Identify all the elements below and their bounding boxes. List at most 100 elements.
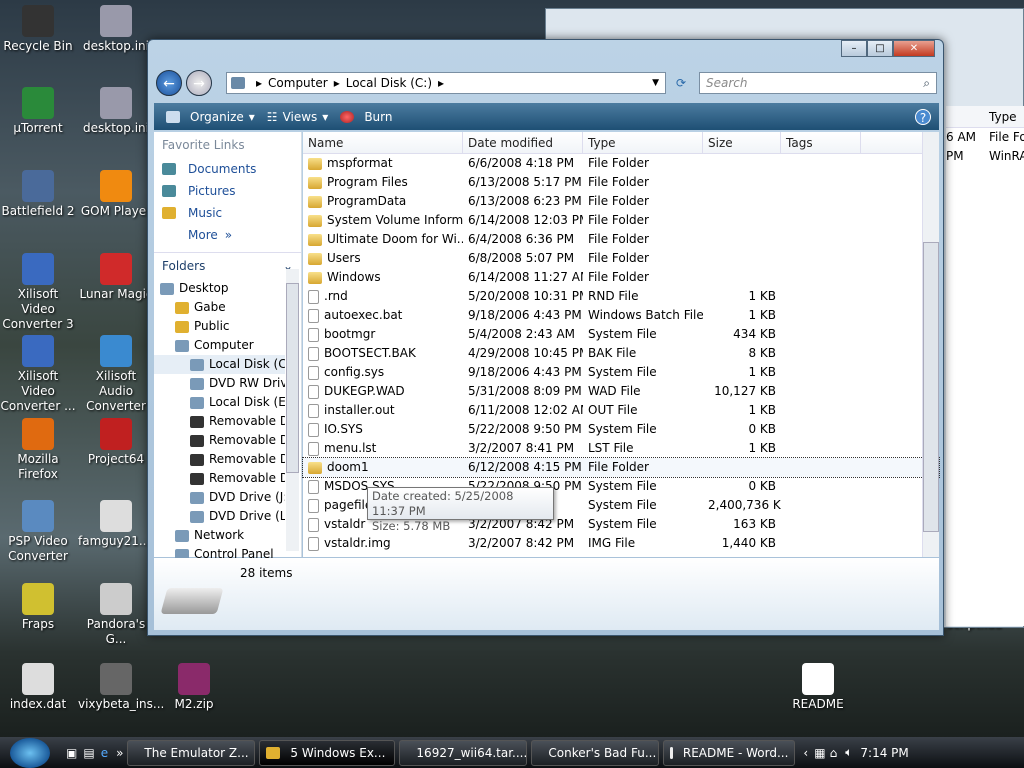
- taskbar-button[interactable]: The Emulator Z...: [127, 739, 256, 766]
- desktop-icon[interactable]: famguy21....: [78, 500, 154, 549]
- taskbar-button[interactable]: 5 Windows Ex...: [259, 739, 396, 766]
- favorite-link-pictures[interactable]: Pictures: [154, 180, 301, 202]
- file-row[interactable]: Users 6/8/2008 5:07 PM File Folder: [303, 249, 939, 268]
- desktop-icon[interactable]: Pandora's G...: [78, 583, 154, 647]
- close-button[interactable]: ✕: [893, 40, 935, 57]
- file-row[interactable]: menu.lst 3/2/2007 8:41 PM LST File 1 KB: [303, 439, 939, 458]
- tree-item[interactable]: Removable Dis: [154, 469, 285, 488]
- file-row[interactable]: BOOTSECT.BAK 4/29/2008 10:45 PM BAK File 8 …: [303, 344, 939, 363]
- file-list-scrollbar[interactable]: [922, 132, 939, 557]
- file-row[interactable]: System Volume Inform... 6/14/2008 12:03 P…: [303, 211, 939, 230]
- taskbar: ▣ ▤ e » The Emulator Z... 5 Windows Ex...…: [0, 737, 1024, 768]
- address-dropdown-icon[interactable]: ▼: [652, 78, 659, 88]
- tree-item[interactable]: Network: [154, 526, 285, 545]
- scrollbar-thumb[interactable]: [923, 242, 939, 532]
- file-icon: [308, 498, 319, 513]
- maximize-button[interactable]: □: [867, 40, 893, 57]
- file-row[interactable]: Program Files 6/13/2008 5:17 PM File Folde…: [303, 173, 939, 192]
- desktop-icon[interactable]: Mozilla Firefox: [0, 418, 76, 482]
- desktop-icon[interactable]: Xilisoft Audio Converter: [78, 335, 154, 414]
- breadcrumb-computer[interactable]: Computer: [268, 76, 328, 90]
- desktop-icon[interactable]: Recycle Bin: [0, 5, 76, 54]
- favorite-link-music[interactable]: Music: [154, 202, 301, 224]
- tree-item[interactable]: Local Disk (C:): [154, 355, 285, 374]
- show-desktop-icon[interactable]: ▣: [66, 746, 77, 760]
- volume-icon[interactable]: 🔈︎: [845, 745, 852, 760]
- network-icon[interactable]: ⌂: [830, 746, 838, 760]
- desktop-icon[interactable]: Project64: [78, 418, 154, 467]
- desktop-icon[interactable]: Fraps: [0, 583, 76, 632]
- file-row[interactable]: vstaldr.img 3/2/2007 8:42 PM IMG File 1,440…: [303, 534, 939, 553]
- file-row[interactable]: autoexec.bat 9/18/2006 4:43 PM Windows Bat…: [303, 306, 939, 325]
- search-input[interactable]: Search ⌕: [699, 72, 937, 94]
- taskbar-button[interactable]: Conker's Bad Fu...: [531, 739, 660, 766]
- internet-explorer-icon[interactable]: e: [101, 746, 108, 760]
- file-row[interactable]: IO.SYS 5/22/2008 9:50 PM System File 0 KB: [303, 420, 939, 439]
- tree-item[interactable]: DVD RW Drive: [154, 374, 285, 393]
- file-row[interactable]: doom1 6/12/2008 4:15 PM File Folder: [302, 457, 940, 478]
- tree-item[interactable]: DVD Drive (L:): [154, 507, 285, 526]
- desktop-icon[interactable]: Battlefield 2: [0, 170, 76, 219]
- explorer-window[interactable]: – □ ✕ ← → ▸ Computer ▸ Local Disk (C:) ▸…: [147, 39, 944, 636]
- folders-header[interactable]: Folders ⌄: [154, 252, 301, 279]
- file-row[interactable]: config.sys 9/18/2006 4:43 PM System File 1 …: [303, 363, 939, 382]
- favorite-link-documents[interactable]: Documents: [154, 158, 301, 180]
- tray-app-icon[interactable]: ▦: [814, 746, 825, 760]
- file-row[interactable]: Windows 6/14/2008 11:27 AM File Folder: [303, 268, 939, 287]
- file-row[interactable]: mspformat 6/6/2008 4:18 PM File Folder: [303, 154, 939, 173]
- desktop-icon[interactable]: M2.zip: [156, 663, 232, 712]
- file-row[interactable]: ProgramData 6/13/2008 6:23 PM File Folder: [303, 192, 939, 211]
- desktop-icon[interactable]: README: [780, 663, 856, 712]
- desktop-icon[interactable]: PSP Video Converter: [0, 500, 76, 564]
- breadcrumb-local-disk[interactable]: Local Disk (C:): [346, 76, 432, 90]
- tree-item[interactable]: Removable Dis: [154, 412, 285, 431]
- desktop-icon[interactable]: desktop.ini: [78, 87, 154, 136]
- favorite-link-more[interactable]: More»: [154, 224, 301, 246]
- organize-button[interactable]: Organize ▾: [166, 110, 255, 124]
- column-header-tags[interactable]: Tags: [781, 132, 861, 153]
- tree-scrollbar[interactable]: [286, 269, 299, 551]
- help-icon[interactable]: ?: [915, 108, 931, 125]
- quicklaunch-overflow-icon[interactable]: »: [116, 746, 123, 760]
- desktop-icon[interactable]: Xilisoft Video Converter 3: [0, 253, 76, 332]
- column-header-size[interactable]: Size: [703, 132, 781, 153]
- tree-item[interactable]: Gabe: [154, 298, 285, 317]
- start-button[interactable]: [10, 737, 50, 768]
- tree-item[interactable]: Removable Dis: [154, 450, 285, 469]
- file-row[interactable]: DUKEGP.WAD 5/31/2008 8:09 PM WAD File 10,12…: [303, 382, 939, 401]
- file-row[interactable]: .rnd 5/20/2008 10:31 PM RND File 1 KB: [303, 287, 939, 306]
- desktop-icon[interactable]: Lunar Magic: [78, 253, 154, 302]
- address-bar[interactable]: ▸ Computer ▸ Local Disk (C:) ▸ ▼: [226, 72, 666, 94]
- file-row[interactable]: bootmgr 5/4/2008 2:43 AM System File 434 KB: [303, 325, 939, 344]
- file-row[interactable]: installer.out 6/11/2008 12:02 AM OUT File 1…: [303, 401, 939, 420]
- desktop-icon[interactable]: vixybeta_ins...: [78, 663, 164, 712]
- column-header-date-modified[interactable]: Date modified: [463, 132, 583, 153]
- tree-item[interactable]: DVD Drive (J:): [154, 488, 285, 507]
- tree-item[interactable]: Public: [154, 317, 285, 336]
- clock[interactable]: 7:14 PM: [860, 746, 908, 760]
- tree-item[interactable]: Removable Dis: [154, 431, 285, 450]
- column-header-type[interactable]: Type: [583, 132, 703, 153]
- file-row[interactable]: Ultimate Doom for Wi... 6/4/2008 6:36 PM F…: [303, 230, 939, 249]
- forward-button[interactable]: →: [186, 70, 212, 96]
- tray-expand-icon[interactable]: ‹: [803, 746, 808, 760]
- taskbar-button[interactable]: README - Word...: [663, 739, 796, 766]
- views-button[interactable]: ☷ Views ▾: [267, 110, 329, 124]
- desktop-icon[interactable]: GOM Player: [78, 170, 154, 219]
- minimize-button[interactable]: –: [841, 40, 867, 57]
- desktop-icon[interactable]: desktop.ini: [78, 5, 154, 54]
- tree-scrollbar-thumb[interactable]: [286, 283, 299, 473]
- switch-windows-icon[interactable]: ▤: [83, 746, 94, 760]
- desktop-icon[interactable]: µTorrent: [0, 87, 76, 136]
- column-header-name[interactable]: Name: [303, 132, 463, 153]
- taskbar-button[interactable]: 16927_wii64.tar....: [399, 739, 528, 766]
- refresh-icon[interactable]: ⟳: [670, 72, 692, 94]
- tree-item[interactable]: Computer: [154, 336, 285, 355]
- file-icon: [308, 403, 319, 418]
- burn-button[interactable]: Burn: [340, 110, 393, 124]
- tree-item[interactable]: Local Disk (E:): [154, 393, 285, 412]
- tree-item[interactable]: Desktop: [154, 279, 285, 298]
- back-button[interactable]: ←: [156, 70, 182, 96]
- desktop-icon[interactable]: Xilisoft Video Converter ...: [0, 335, 76, 414]
- desktop-icon[interactable]: index.dat: [0, 663, 76, 712]
